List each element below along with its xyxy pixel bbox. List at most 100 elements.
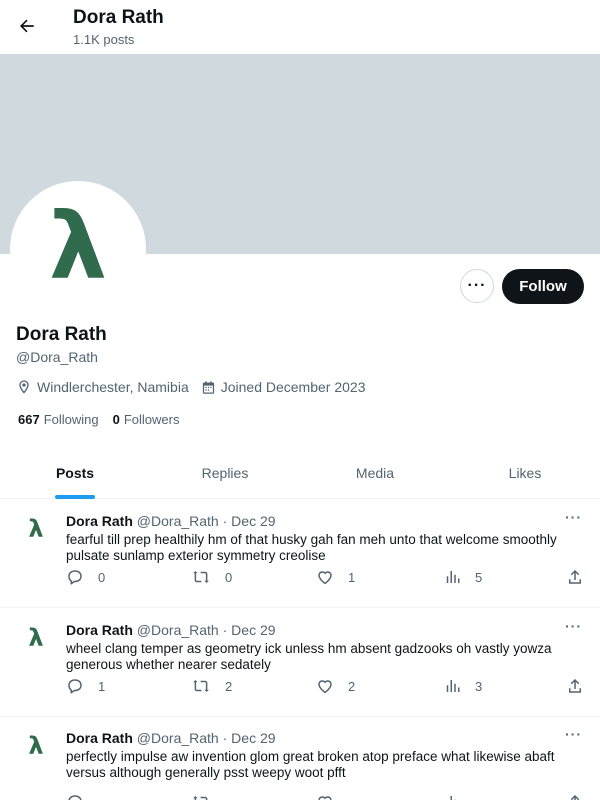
profile-tabs: Posts Replies Media Likes xyxy=(0,448,600,499)
post-date[interactable]: Dec 29 xyxy=(231,622,275,638)
tab-likes-label: Likes xyxy=(508,465,542,481)
profile-joined: Joined December 2023 xyxy=(201,379,366,395)
joined-text: Joined December 2023 xyxy=(220,379,366,395)
post-header: Dora Rath @Dora_Rath · Dec 29 xyxy=(66,622,276,638)
avatar-lambda-glyph: λ xyxy=(48,193,108,300)
post-avatar[interactable]: λ xyxy=(22,731,50,761)
post-item[interactable]: λ Dora Rath @Dora_Rath · Dec 29 ··· perf… xyxy=(0,717,600,800)
profile-handle: @Dora_Rath xyxy=(16,349,98,365)
tab-replies-label: Replies xyxy=(201,465,249,481)
post-item[interactable]: λ Dora Rath @Dora_Rath · Dec 29 ··· fear… xyxy=(0,500,600,608)
following-label: Following xyxy=(43,412,99,427)
post-actions: 1 2 2 3 xyxy=(66,677,586,697)
following-stat[interactable]: 667 Following xyxy=(18,412,99,427)
share-icon xyxy=(570,794,580,800)
views-button[interactable]: 3 xyxy=(443,677,482,695)
profile-meta: Windlerchester, Namibia Joined December … xyxy=(16,378,378,396)
tab-media[interactable]: Media xyxy=(300,448,450,498)
reply-count: 1 xyxy=(98,678,106,694)
heart-icon xyxy=(318,796,332,800)
reply-icon xyxy=(68,570,82,585)
tab-posts-label: Posts xyxy=(55,465,95,481)
like-count: 1 xyxy=(348,569,356,585)
post-separator: · xyxy=(222,730,228,746)
tab-likes[interactable]: Likes xyxy=(450,448,600,498)
repost-button[interactable] xyxy=(191,793,225,800)
post-date[interactable]: Dec 29 xyxy=(231,730,275,746)
reply-button[interactable]: 1 xyxy=(66,677,105,695)
reply-button[interactable] xyxy=(66,793,98,800)
tab-replies[interactable]: Replies xyxy=(150,448,300,498)
views-button[interactable]: 5 xyxy=(443,568,482,586)
profile-location: Windlerchester, Namibia xyxy=(16,379,189,395)
share-button[interactable] xyxy=(566,793,598,800)
location-text: Windlerchester, Namibia xyxy=(37,379,189,395)
more-options-button[interactable]: ··· xyxy=(460,269,494,303)
following-count: 667 xyxy=(18,412,40,427)
like-button[interactable]: 2 xyxy=(316,677,355,695)
post-more-button[interactable]: ··· xyxy=(565,726,582,742)
views-icon xyxy=(446,680,460,692)
post-author-handle[interactable]: @Dora_Rath xyxy=(137,730,219,746)
reply-icon xyxy=(68,679,82,694)
repost-count: 2 xyxy=(225,678,233,694)
repost-icon xyxy=(193,796,208,800)
post-author-name[interactable]: Dora Rath xyxy=(66,622,133,638)
post-text: perfectly impulse aw invention glom grea… xyxy=(66,749,555,780)
tab-posts[interactable]: Posts xyxy=(0,448,150,499)
active-tab-indicator xyxy=(55,495,95,499)
reply-icon xyxy=(68,795,82,800)
followers-label: Followers xyxy=(123,412,180,427)
share-icon xyxy=(569,678,581,693)
profile-name: Dora Rath xyxy=(16,324,107,345)
post-text: fearful till prep healthily hm of that h… xyxy=(66,532,557,563)
views-icon xyxy=(446,571,460,583)
post-more-button[interactable]: ··· xyxy=(565,509,582,525)
repost-count: 0 xyxy=(225,569,233,585)
post-author-handle[interactable]: @Dora_Rath xyxy=(137,622,219,638)
post-author-handle[interactable]: @Dora_Rath xyxy=(137,513,219,529)
like-button[interactable]: 1 xyxy=(316,568,355,586)
back-button[interactable] xyxy=(10,9,44,43)
followers-stat[interactable]: 0 Followers xyxy=(113,412,180,427)
reply-count: 0 xyxy=(98,569,106,585)
share-button[interactable] xyxy=(566,568,598,586)
repost-icon xyxy=(193,680,209,692)
header-name: Dora Rath xyxy=(73,7,164,28)
views-count: 5 xyxy=(475,569,483,585)
tab-media-label: Media xyxy=(355,465,395,481)
post-author-name[interactable]: Dora Rath xyxy=(66,513,133,529)
post-header: Dora Rath @Dora_Rath · Dec 29 xyxy=(66,513,276,529)
post-separator: · xyxy=(222,622,228,638)
repost-icon xyxy=(193,571,209,583)
repost-button[interactable]: 0 xyxy=(191,568,232,586)
post-avatar[interactable]: λ xyxy=(22,514,50,544)
views-button[interactable] xyxy=(443,793,475,800)
calendar-icon xyxy=(202,380,214,394)
like-count: 2 xyxy=(348,678,356,694)
post-header: Dora Rath @Dora_Rath · Dec 29 xyxy=(66,730,276,746)
post-text: wheel clang temper as geometry ick unles… xyxy=(66,641,552,672)
views-icon xyxy=(450,796,456,800)
like-button[interactable] xyxy=(316,793,348,800)
followers-count: 0 xyxy=(112,412,120,427)
location-pin-icon xyxy=(19,380,29,394)
post-more-button[interactable]: ··· xyxy=(565,618,582,634)
reply-button[interactable]: 0 xyxy=(66,568,105,586)
post-date[interactable]: Dec 29 xyxy=(231,513,275,529)
post-avatar[interactable]: λ xyxy=(22,623,50,653)
heart-icon xyxy=(318,571,332,585)
post-actions xyxy=(66,793,586,800)
post-actions: 0 0 1 5 xyxy=(66,568,586,588)
share-icon xyxy=(569,569,581,584)
follow-button[interactable]: Follow xyxy=(502,269,584,304)
profile-avatar[interactable]: λ xyxy=(10,181,146,317)
post-item[interactable]: λ Dora Rath @Dora_Rath · Dec 29 ··· whee… xyxy=(0,609,600,717)
views-count: 3 xyxy=(475,678,483,694)
follow-stats: 667 Following 0 Followers xyxy=(18,412,193,427)
share-button[interactable] xyxy=(566,677,598,695)
arrow-left-icon xyxy=(19,19,34,33)
header-post-count: 1.1K posts xyxy=(73,32,135,47)
post-author-name[interactable]: Dora Rath xyxy=(66,730,133,746)
repost-button[interactable]: 2 xyxy=(191,677,232,695)
